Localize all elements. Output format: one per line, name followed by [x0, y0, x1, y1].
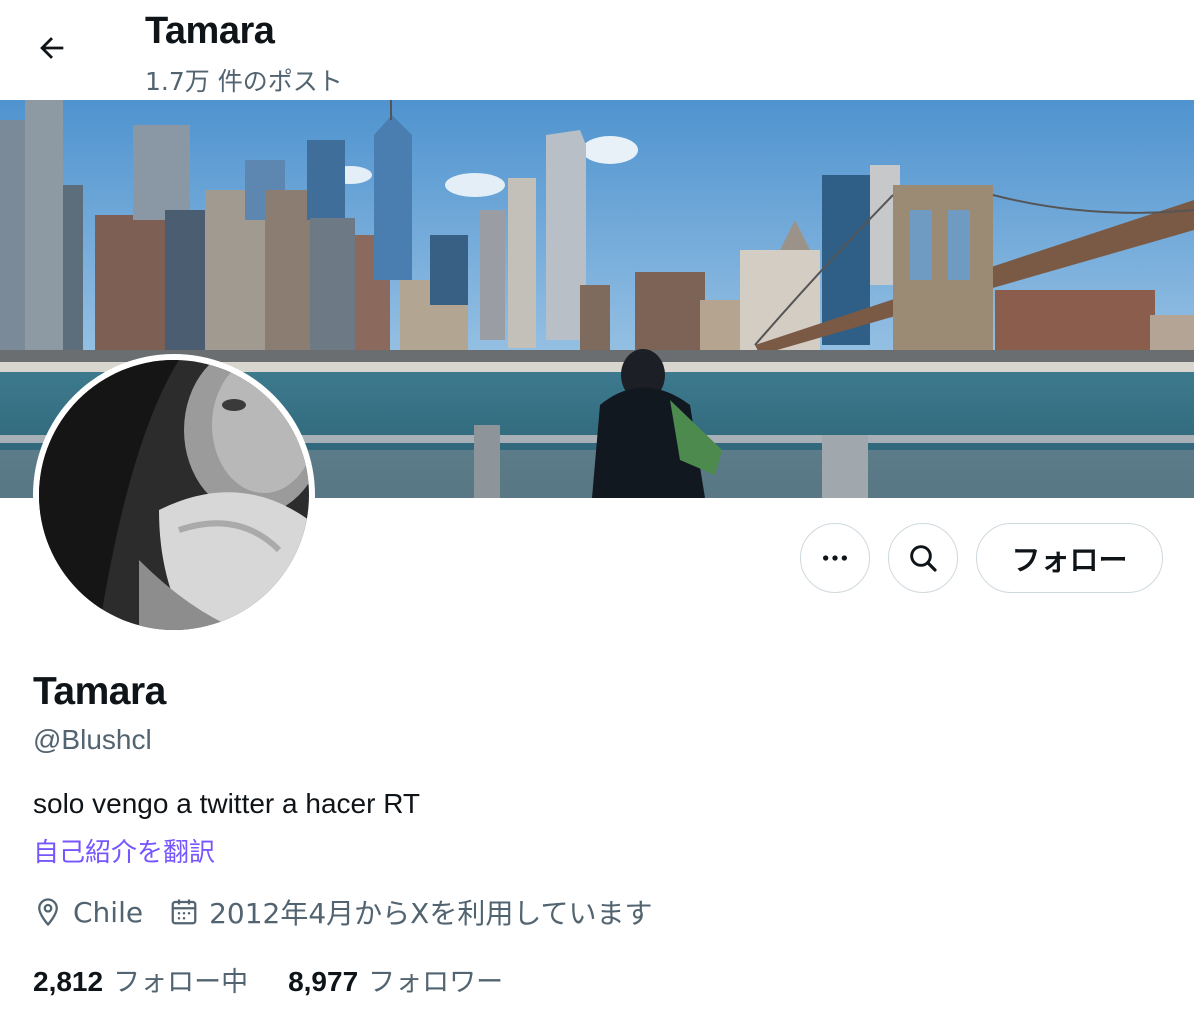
following-link[interactable]: 2,812 フォロー中 [33, 960, 248, 999]
location-pin-icon [38, 898, 58, 927]
following-count: 2,812 [33, 966, 104, 997]
more-horizontal-icon [823, 555, 847, 561]
translate-bio-link[interactable]: 自己紹介を翻訳 [33, 832, 215, 869]
back-button[interactable] [28, 24, 76, 72]
profile-name: Tamara [33, 670, 166, 713]
more-button[interactable] [800, 523, 870, 593]
calendar-icon [171, 899, 197, 925]
follow-button[interactable]: フォロー [976, 523, 1163, 593]
profile-handle: @Blushcl [33, 724, 152, 755]
page-title: Tamara [145, 10, 275, 52]
arrow-left-icon [40, 37, 64, 59]
joined-text: 2012年4月からXを利用しています [209, 897, 653, 930]
search-icon [910, 545, 937, 572]
joined-item: 2012年4月からXを利用しています [169, 892, 653, 932]
profile-stats: 2,812 フォロー中 8,977 フォロワー [33, 960, 543, 999]
followers-count: 8,977 [288, 966, 359, 997]
profile-bio: solo vengo a twitter a hacer RT [33, 788, 421, 819]
followers-link[interactable]: 8,977 フォロワー [288, 960, 503, 999]
top-bar: Tamara 1.7万 件のポスト [0, 0, 1194, 100]
location-item: Chile [33, 896, 143, 929]
profile-meta: Chile 2012年4月からXを利用しています [33, 892, 679, 932]
profile-avatar[interactable] [33, 354, 315, 636]
following-label: フォロー中 [113, 967, 249, 998]
location-text: Chile [73, 895, 144, 929]
followers-label: フォロワー [368, 967, 504, 998]
search-button[interactable] [888, 523, 958, 593]
post-count: 1.7万 件のポスト [145, 67, 343, 96]
